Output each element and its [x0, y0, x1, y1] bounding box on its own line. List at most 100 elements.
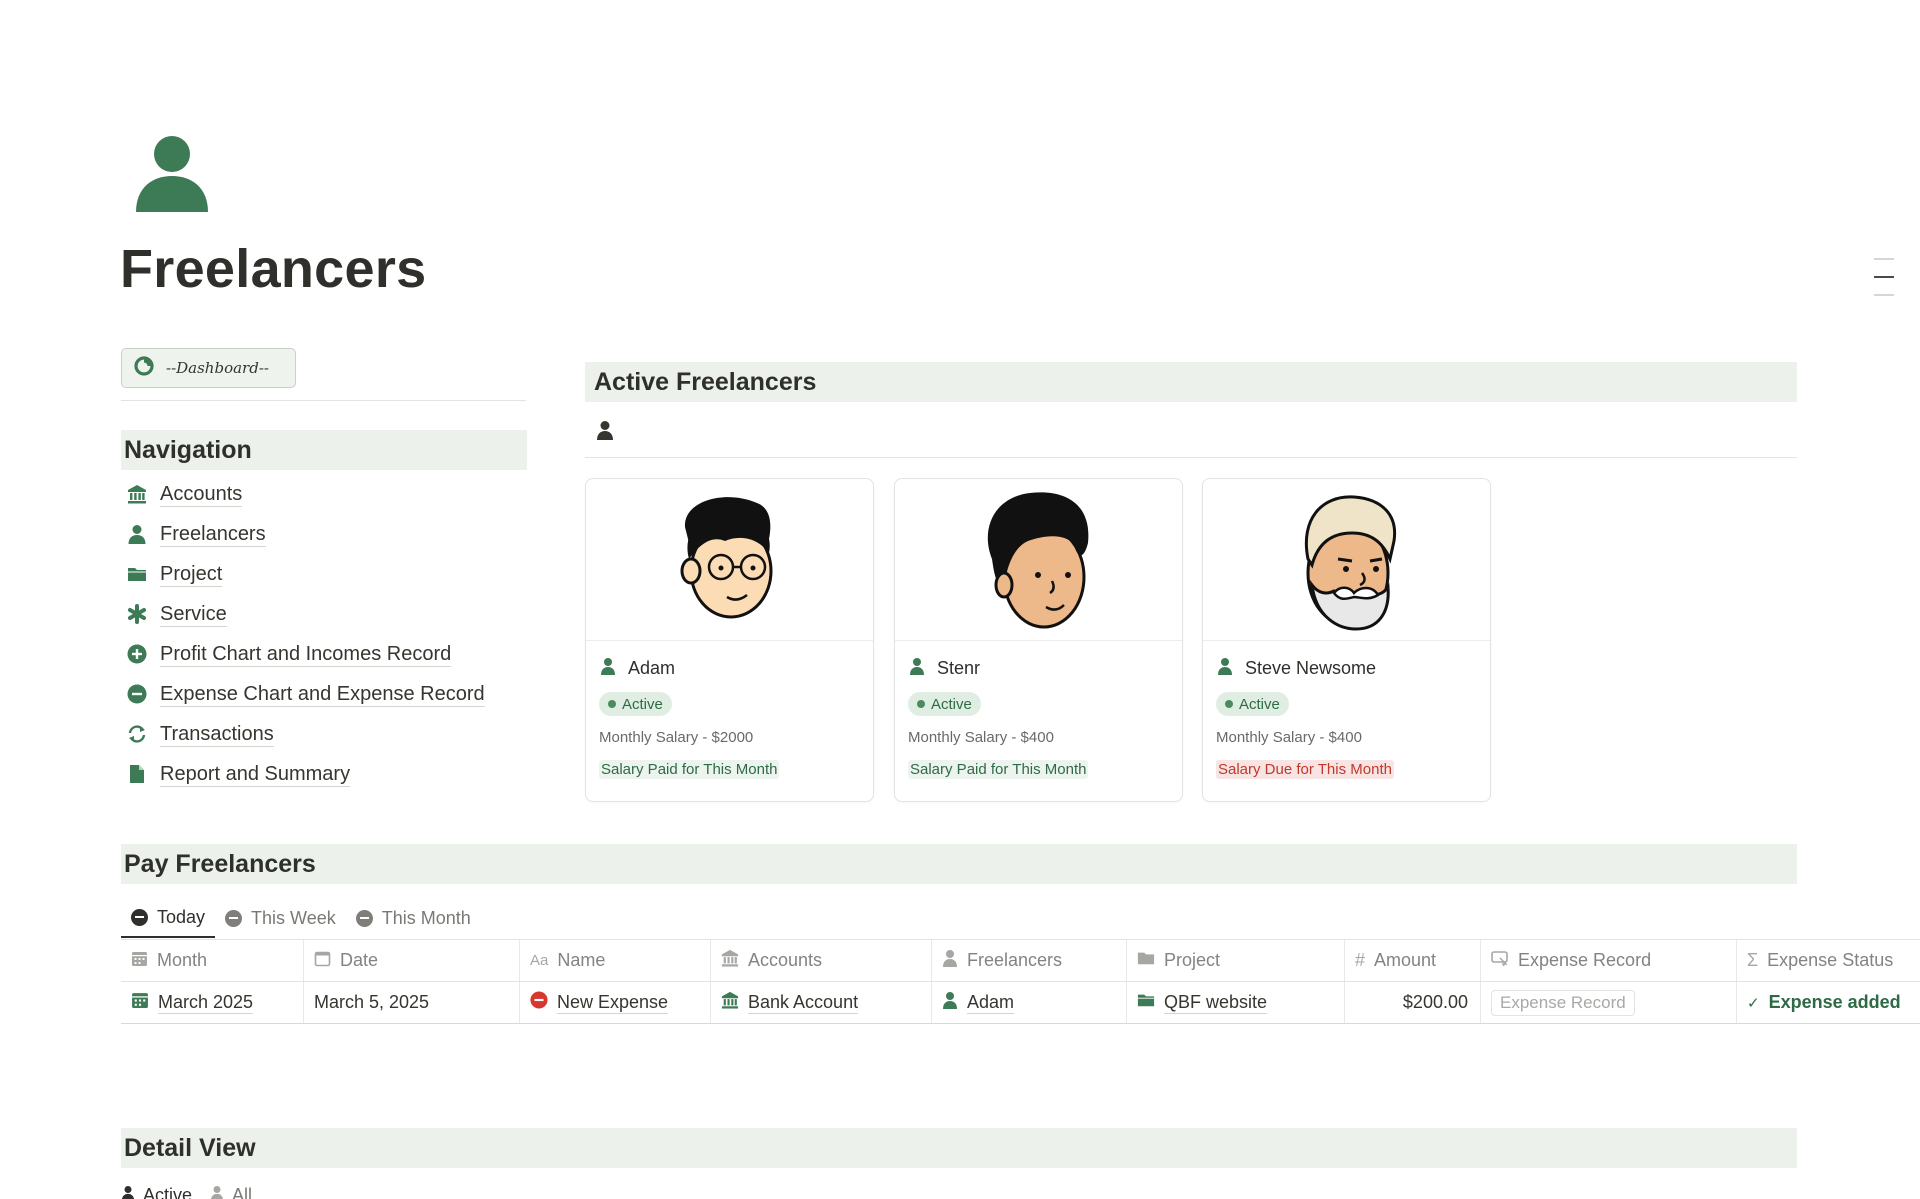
folder-icon	[126, 563, 148, 585]
card-salary: Monthly Salary - $2000	[599, 729, 754, 746]
card-payment-status: Salary Paid for This Month	[908, 760, 1089, 779]
refresh-icon	[126, 723, 148, 745]
folder-icon	[1137, 991, 1155, 1014]
dashboard-button[interactable]: --Dashboard--	[121, 348, 296, 388]
nav-item-label: Expense Chart and Expense Record	[160, 682, 485, 707]
freelancer-card[interactable]: Adam Active Monthly Salary - $2000 Salar…	[585, 478, 874, 802]
column-label: Expense Record	[1518, 950, 1652, 970]
column-header-expense-record[interactable]: Expense Record	[1481, 940, 1737, 981]
column-header-expense-status[interactable]: Σ Expense Status	[1737, 940, 1920, 981]
person-icon	[942, 991, 958, 1014]
person-icon	[600, 657, 616, 680]
card-cover	[586, 479, 873, 641]
divider	[585, 457, 1797, 458]
person-icon	[1217, 657, 1233, 680]
column-label: Month	[157, 950, 208, 970]
nav-item-label: Profit Chart and Incomes Record	[160, 642, 452, 667]
nav-item-service[interactable]: Service	[126, 594, 546, 634]
card-payment-status: Salary Due for This Month	[1216, 760, 1394, 779]
freelancer-card[interactable]: Steve Newsome Active Monthly Salary - $4…	[1202, 478, 1491, 802]
plus-circle-icon	[126, 643, 148, 665]
minus-circle-icon	[126, 683, 148, 705]
gallery-view-person-icon[interactable]	[596, 420, 614, 445]
column-header-date[interactable]: Date	[304, 940, 520, 981]
nav-item-label: Report and Summary	[160, 762, 351, 787]
avatar-adam	[680, 497, 772, 619]
nav-item-report-summary[interactable]: Report and Summary	[126, 754, 546, 794]
column-header-accounts[interactable]: Accounts	[711, 940, 932, 981]
minus-circle-icon	[225, 909, 243, 927]
navigation-heading: Navigation	[121, 430, 527, 470]
column-label: Date	[340, 950, 379, 970]
tab-today[interactable]: Today	[121, 898, 216, 938]
column-header-name[interactable]: Aa Name	[520, 940, 711, 981]
nav-item-accounts[interactable]: Accounts	[126, 474, 546, 514]
expense-record-button[interactable]: Expense Record	[1491, 989, 1635, 1016]
column-label: Expense Status	[1767, 950, 1894, 970]
column-label: Project	[1164, 950, 1221, 970]
card-payment-status: Salary Paid for This Month	[599, 760, 780, 779]
tab-this-week[interactable]: This Week	[215, 898, 346, 938]
sigma-icon: Σ	[1747, 950, 1759, 970]
nav-item-label: Transactions	[160, 722, 274, 747]
detail-view-tabs: Active All	[121, 1180, 252, 1199]
status-dot	[1225, 700, 1233, 708]
active-freelancers-heading: Active Freelancers	[585, 362, 1797, 402]
person-icon	[126, 523, 148, 545]
status-label: Active	[931, 695, 972, 713]
column-header-month[interactable]: Month	[121, 940, 304, 981]
status-badge: Active	[1216, 692, 1289, 716]
account-value: Bank Account	[748, 992, 859, 1014]
tab-active[interactable]: Active	[121, 1180, 192, 1199]
outline-line[interactable]	[1874, 294, 1894, 296]
status-badge: Active	[908, 692, 981, 716]
cell-expense-record[interactable]: Expense Record	[1481, 982, 1737, 1023]
tab-label: Active	[143, 1184, 193, 1199]
detail-view-heading: Detail View	[121, 1128, 1797, 1168]
asterisk-icon	[126, 603, 148, 625]
status-label: Active	[622, 695, 663, 713]
column-header-amount[interactable]: # Amount	[1345, 940, 1481, 981]
table-row[interactable]: March 2025 March 5, 2025 New Expense Ban…	[121, 982, 1920, 1024]
cell-month[interactable]: March 2025	[121, 982, 304, 1023]
column-header-freelancers[interactable]: Freelancers	[932, 940, 1127, 981]
person-icon	[909, 657, 925, 680]
page-outline[interactable]	[1874, 258, 1896, 312]
expense-status-value: Expense added	[1768, 992, 1901, 1012]
outline-line[interactable]	[1874, 258, 1894, 260]
column-header-project[interactable]: Project	[1127, 940, 1345, 981]
cell-amount[interactable]: $200.00	[1345, 982, 1481, 1023]
minus-circle-icon	[530, 991, 548, 1014]
cell-expense-status[interactable]: ✓ Expense added	[1737, 982, 1920, 1023]
navigation-list: Accounts Freelancers Project Service Pro…	[126, 474, 546, 794]
nav-item-label: Project	[160, 562, 223, 587]
check-icon: ✓	[1747, 994, 1760, 1012]
nav-item-freelancers[interactable]: Freelancers	[126, 514, 546, 554]
nav-item-expense-chart[interactable]: Expense Chart and Expense Record	[126, 674, 546, 714]
card-salary: Monthly Salary - $400	[908, 729, 1054, 746]
person-icon	[121, 1185, 135, 1199]
amount-value: $200.00	[1402, 992, 1468, 1012]
nav-item-transactions[interactable]: Transactions	[126, 714, 546, 754]
avatar-steve	[1304, 495, 1396, 631]
dashboard-button-label: --Dashboard--	[166, 359, 269, 377]
cell-freelancers[interactable]: Adam	[932, 982, 1127, 1023]
calendar-icon	[131, 991, 149, 1014]
cell-project[interactable]: QBF website	[1127, 982, 1345, 1023]
freelancer-card[interactable]: Stenr Active Monthly Salary - $400 Salar…	[894, 478, 1183, 802]
tab-this-month[interactable]: This Month	[346, 898, 481, 938]
nav-item-label: Accounts	[160, 482, 243, 507]
name-value: New Expense	[557, 992, 669, 1014]
month-value: March 2025	[158, 992, 254, 1014]
person-icon	[942, 949, 958, 972]
person-icon[interactable]	[134, 134, 210, 212]
status-badge: Active	[599, 692, 672, 716]
outline-line-active[interactable]	[1874, 276, 1894, 278]
cell-name[interactable]: New Expense	[520, 982, 711, 1023]
tab-all[interactable]: All	[210, 1180, 252, 1199]
cell-accounts[interactable]: Bank Account	[711, 982, 932, 1023]
divider	[121, 400, 526, 401]
nav-item-project[interactable]: Project	[126, 554, 546, 594]
nav-item-profit-chart[interactable]: Profit Chart and Incomes Record	[126, 634, 546, 674]
cell-date[interactable]: March 5, 2025	[304, 982, 520, 1023]
